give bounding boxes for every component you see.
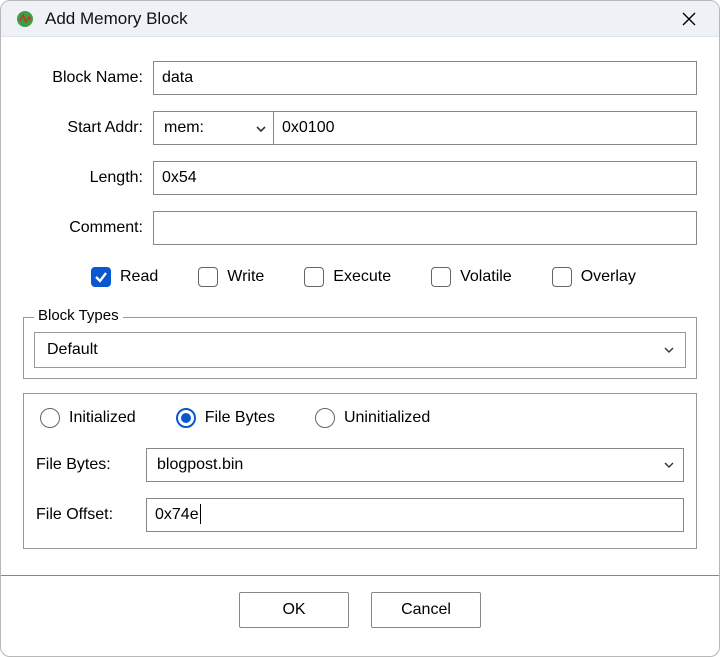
window-title: Add Memory Block: [45, 9, 667, 29]
row-block-name: Block Name:: [23, 61, 697, 95]
label-length: Length:: [23, 169, 153, 187]
overlay-checkbox[interactable]: Overlay: [552, 267, 636, 287]
cancel-button[interactable]: Cancel: [371, 592, 481, 628]
close-icon: [682, 12, 696, 26]
init-panel: Initialized File Bytes Uninitialized Fil…: [23, 393, 697, 549]
start-addr-input[interactable]: [273, 111, 697, 145]
chevron-down-icon: [663, 459, 675, 471]
row-file-bytes: File Bytes: blogpost.bin: [36, 448, 684, 482]
dialog-window: Add Memory Block Block Name: Start Addr:…: [0, 0, 720, 657]
init-mode-row: Initialized File Bytes Uninitialized: [36, 408, 684, 428]
volatile-checkbox[interactable]: Volatile: [431, 267, 512, 287]
row-start-addr: Start Addr: mem:: [23, 111, 697, 145]
row-file-offset: File Offset: 0x74e: [36, 498, 684, 532]
read-label: Read: [120, 268, 158, 286]
label-block-name: Block Name:: [23, 69, 153, 87]
app-icon: [15, 9, 35, 29]
address-space-value: mem:: [164, 119, 204, 137]
address-space-select[interactable]: mem:: [153, 111, 273, 145]
write-label: Write: [227, 268, 264, 286]
flags-row: Read Write Execute Volatile: [23, 267, 697, 287]
read-checkbox[interactable]: Read: [91, 267, 158, 287]
file-bytes-radio-label: File Bytes: [205, 409, 275, 427]
execute-checkbox[interactable]: Execute: [304, 267, 391, 287]
comment-input[interactable]: [153, 211, 697, 245]
initialized-label: Initialized: [69, 409, 136, 427]
label-comment: Comment:: [23, 219, 153, 237]
button-bar: OK Cancel: [23, 576, 697, 646]
block-type-select[interactable]: Default: [34, 332, 686, 368]
file-offset-input[interactable]: 0x74e: [146, 498, 684, 532]
ok-button[interactable]: OK: [239, 592, 349, 628]
text-cursor-icon: [200, 504, 201, 524]
chevron-down-icon: [663, 344, 675, 356]
check-icon: [94, 270, 108, 284]
block-types-fieldset: Block Types Default: [23, 317, 697, 379]
uninitialized-radio[interactable]: Uninitialized: [315, 408, 430, 428]
uninitialized-label: Uninitialized: [344, 409, 430, 427]
initialized-radio[interactable]: Initialized: [40, 408, 136, 428]
write-checkbox[interactable]: Write: [198, 267, 264, 287]
overlay-label: Overlay: [581, 268, 636, 286]
block-type-value: Default: [47, 341, 98, 359]
row-length: Length:: [23, 161, 697, 195]
close-button[interactable]: [667, 3, 711, 35]
block-types-legend: Block Types: [34, 307, 123, 324]
file-bytes-value: blogpost.bin: [157, 456, 243, 474]
execute-label: Execute: [333, 268, 391, 286]
dialog-content: Block Name: Start Addr: mem: Length: Com…: [1, 37, 719, 656]
file-bytes-radio[interactable]: File Bytes: [176, 408, 275, 428]
chevron-down-icon: [255, 123, 267, 135]
volatile-label: Volatile: [460, 268, 512, 286]
titlebar: Add Memory Block: [1, 1, 719, 37]
label-start-addr: Start Addr:: [23, 119, 153, 137]
file-bytes-select[interactable]: blogpost.bin: [146, 448, 684, 482]
label-file-bytes: File Bytes:: [36, 456, 146, 474]
block-name-input[interactable]: [153, 61, 697, 95]
file-offset-value: 0x74e: [155, 506, 199, 524]
row-comment: Comment:: [23, 211, 697, 245]
label-file-offset: File Offset:: [36, 506, 146, 524]
length-input[interactable]: [153, 161, 697, 195]
